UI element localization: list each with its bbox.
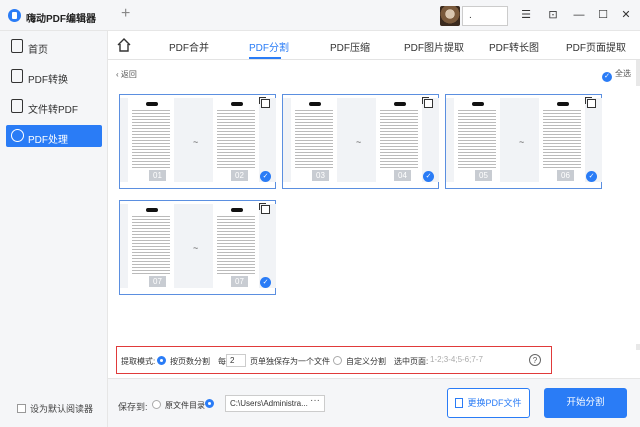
sidebar-item-pdf-process[interactable]: PDF处理 [6,125,102,147]
every-label: 每 [218,357,226,366]
original-dir-radio[interactable]: 原文件目录 [152,400,205,411]
page-number: 04 [394,170,411,181]
home-icon [11,39,23,53]
home-tab[interactable] [115,36,133,54]
pin-button[interactable]: ⊡ [546,8,560,22]
checkbox-icon[interactable] [17,404,26,413]
default-reader-checkbox[interactable]: 设为默认阅读器 [17,402,93,415]
file-to-pdf-icon [11,99,23,113]
split-group-card[interactable]: ~ 07 07 ✓ [119,200,276,295]
sidebar-item-home[interactable]: 首页 [6,35,102,57]
mode-label: 提取模式: [121,357,156,366]
radio-icon[interactable] [333,356,342,365]
split-group-card[interactable]: ~ 01 02 ✓ [119,94,276,189]
split-group-card[interactable]: ~ 03 04 ✓ [282,94,439,189]
maximize-button[interactable]: ☐ [596,8,610,22]
convert-icon [11,69,23,83]
title-bar: 嗨动PDF编辑器 + . ☰ ⊡ — ☐ ✕ [0,0,640,31]
new-tab-button[interactable]: + [121,5,130,23]
copy-icon[interactable] [585,97,596,108]
check-icon[interactable]: ✓ [260,277,271,288]
sidebar-item-label: PDF转换 [28,75,68,86]
page-number: 05 [475,170,492,181]
user-name[interactable]: . [462,6,508,26]
sidebar-item-label: PDF处理 [28,135,68,146]
custom-split-radio[interactable]: 自定义分割 [333,356,386,367]
split-preview-area: ~ 01 02 ✓ ~ 03 04 ✓ ~ 05 06 ✓ ~ 07 07 ✓ [108,86,640,344]
page-range-input[interactable]: 1-2;3-4;5-6;7-7 [426,354,521,367]
radio-selected-icon[interactable] [157,356,166,365]
page-number: 01 [149,170,166,181]
radio-selected-icon[interactable] [205,399,214,408]
tab-pdf-page-extract[interactable]: PDF页面提取 [566,39,626,54]
menu-button[interactable]: ☰ [519,8,533,22]
tab-pdf-image-extract[interactable]: PDF图片提取 [404,39,464,54]
file-add-icon [455,398,464,408]
minimize-button[interactable]: — [572,8,586,22]
active-tab-indicator [249,57,281,59]
copy-icon[interactable] [259,97,270,108]
tab-pdf-to-long-image[interactable]: PDF转长图 [489,39,539,54]
radio-icon[interactable] [152,400,161,409]
split-options-panel: 提取模式: 按页数分割 每 2 页单独保存为一个文件 自定义分割 选中页面: 1… [116,346,552,374]
browse-button[interactable]: ··· [305,395,325,412]
check-icon: ✓ [602,72,612,82]
tab-pdf-compress[interactable]: PDF压缩 [330,39,370,54]
range-separator: ~ [193,137,199,147]
check-icon[interactable]: ✓ [586,171,597,182]
app-logo-icon [8,9,21,22]
back-button[interactable]: ‹ 返回 [116,69,137,80]
avatar[interactable] [440,6,460,26]
sidebar: 首页 PDF转换 文件转PDF PDF处理 设为默认阅读器 [0,31,108,427]
page-number: 07 [149,276,166,287]
app-title: 嗨动PDF编辑器 [26,14,96,25]
range-separator: ~ [356,137,362,147]
page-number: 06 [557,170,574,181]
start-split-button[interactable]: 开始分割 [544,388,627,418]
pages-suffix-label: 页单独保存为一个文件 [250,357,330,366]
range-separator: ~ [193,243,199,253]
help-icon[interactable]: ? [529,354,541,366]
tab-pdf-merge[interactable]: PDF合并 [169,39,209,54]
split-by-pages-radio[interactable]: 按页数分割 [157,356,210,367]
copy-icon[interactable] [422,97,433,108]
pdf-process-icon [11,129,24,142]
change-pdf-button[interactable]: 更换PDF文件 [447,388,530,418]
select-all-checkbox[interactable]: ✓ 全选 [602,68,631,82]
pages-per-file-input[interactable]: 2 [226,354,246,367]
home-icon [117,38,131,52]
split-group-card[interactable]: ~ 05 06 ✓ [445,94,602,189]
tab-pdf-split[interactable]: PDF分割 [249,39,289,54]
custom-dir-radio[interactable] [205,399,218,409]
save-to-label: 保存到: [118,402,148,412]
page-number: 07 [231,276,248,287]
check-icon[interactable]: ✓ [423,171,434,182]
sidebar-item-label: 首页 [28,45,48,56]
sidebar-item-pdf-convert[interactable]: PDF转换 [6,65,102,87]
sidebar-item-label: 文件转PDF [28,105,78,116]
sub-toolbar: ‹ 返回 ✓ 全选 [108,60,640,86]
tool-tabs: PDF合并 PDF分割 PDF压缩 PDF图片提取 PDF转长图 PDF页面提取 [108,31,640,60]
selected-pages-label: 选中页面: [394,357,429,366]
default-reader-label: 设为默认阅读器 [30,404,94,414]
sidebar-item-file-to-pdf[interactable]: 文件转PDF [6,95,102,117]
close-button[interactable]: ✕ [619,8,633,22]
page-number: 02 [231,170,248,181]
range-separator: ~ [519,137,525,147]
page-number: 03 [312,170,329,181]
copy-icon[interactable] [259,203,270,214]
bottom-bar: 保存到: 原文件目录 C:\Users\Administra... ··· 更换… [108,378,640,427]
check-icon[interactable]: ✓ [260,171,271,182]
